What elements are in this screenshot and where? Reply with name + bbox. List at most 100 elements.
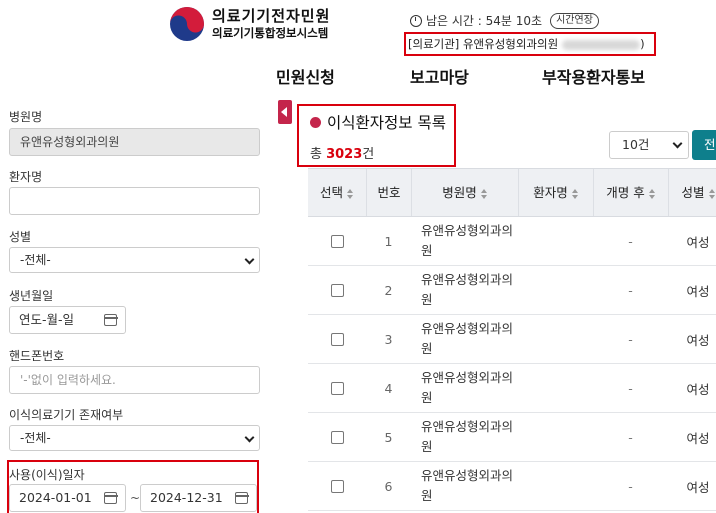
chevron-down-icon	[244, 432, 255, 443]
date-range-separator: ~	[130, 491, 141, 505]
row-patient-masked	[518, 364, 593, 412]
device-select[interactable]: -전체-	[9, 425, 260, 451]
row-checkbox[interactable]	[330, 430, 344, 444]
table-row[interactable]: 2 유앤유성형외과의원 - 여성	[308, 266, 716, 315]
institution-text: [의료기관] 유앤유성형외과의원	[408, 37, 559, 51]
redacted-mask	[525, 369, 586, 407]
logo-subtitle: 의료기기통합정보시스템	[212, 26, 329, 40]
row-gender: 여성	[686, 332, 710, 348]
date-from-field[interactable]: 2024-01-01	[9, 484, 126, 512]
row-checkbox[interactable]	[330, 283, 344, 297]
device-select-value: -전체-	[20, 431, 51, 445]
table-row[interactable]: 1 유앤유성형외과의원 - 여성	[308, 217, 716, 266]
sort-icon	[571, 188, 579, 199]
table-row[interactable]: 5 유앤유성형외과의원 - 여성	[308, 413, 716, 462]
sort-icon	[480, 188, 488, 199]
hospital-label: 병원명	[9, 110, 43, 124]
row-checkbox[interactable]	[330, 332, 344, 346]
row-checkbox[interactable]	[330, 234, 344, 248]
table-row[interactable]: 4 유앤유성형외과의원 - 여성	[308, 364, 716, 413]
redacted-mask	[525, 271, 586, 309]
row-hospital: 유앤유성형외과의원	[421, 272, 514, 307]
row-hospital: 유앤유성형외과의원	[421, 419, 514, 454]
redacted-mask	[562, 39, 641, 50]
row-hospital: 유앤유성형외과의원	[421, 223, 514, 258]
row-checkbox[interactable]	[330, 381, 344, 395]
hospital-field: 유앤유성형외과의원	[9, 128, 260, 156]
row-select-cell	[308, 315, 366, 363]
row-select-cell	[308, 364, 366, 412]
total-suffix: 건	[362, 147, 375, 162]
timer-text: 남은 시간 : 54분 10초	[426, 14, 543, 28]
nav-item-reports[interactable]: 보고마당	[410, 64, 469, 88]
row-renamed: -	[628, 478, 633, 494]
patient-field[interactable]	[9, 187, 260, 215]
row-number: 5	[384, 429, 393, 445]
row-patient-masked	[518, 315, 593, 363]
logo-title: 의료기기전자민원	[212, 7, 331, 25]
row-patient-masked	[518, 266, 593, 314]
device-label: 이식의료기기 존재여부	[9, 408, 124, 422]
total-number: 3023	[326, 147, 363, 162]
panel-collapse-button[interactable]	[278, 100, 292, 124]
bullet-icon	[310, 116, 321, 128]
calendar-icon[interactable]	[234, 492, 249, 504]
calendar-icon[interactable]	[103, 314, 118, 326]
search-button[interactable]: 전	[692, 130, 716, 160]
phone-field[interactable]: '-'없이 입력하세요.	[9, 366, 260, 394]
gender-select[interactable]: -전체-	[9, 247, 260, 273]
redacted-mask	[525, 418, 586, 456]
patient-label: 환자명	[9, 170, 43, 184]
col-gender[interactable]: 성별	[668, 169, 716, 216]
row-number: 1	[384, 233, 393, 249]
row-select-cell	[308, 462, 366, 510]
list-title-text: 이식환자정보 목록	[327, 114, 447, 132]
sort-icon	[708, 188, 716, 199]
row-patient-masked	[518, 413, 593, 461]
session-timer: 남은 시간 : 54분 10초 시간연장	[410, 12, 599, 29]
row-number: 2	[384, 282, 393, 298]
chevron-down-icon	[244, 254, 255, 265]
col-number: 번호	[366, 169, 411, 216]
row-renamed: -	[628, 331, 633, 347]
government-logo-icon	[170, 7, 204, 41]
col-hospital[interactable]: 병원명	[411, 169, 518, 216]
row-checkbox[interactable]	[330, 479, 344, 493]
col-select[interactable]: 선택	[308, 169, 366, 216]
calendar-icon[interactable]	[103, 492, 118, 504]
total-count: 총 3023건	[310, 143, 374, 162]
table-row[interactable]: 3 유앤유성형외과의원 - 여성	[308, 315, 716, 364]
row-gender: 여성	[686, 234, 710, 250]
clock-icon	[410, 14, 422, 27]
row-renamed: -	[628, 429, 633, 445]
nav-item-apply[interactable]: 민원신청	[276, 64, 335, 88]
row-hospital: 유앤유성형외과의원	[421, 468, 514, 503]
row-renamed: -	[628, 233, 633, 249]
row-hospital: 유앤유성형외과의원	[421, 321, 514, 356]
gender-label: 성별	[9, 230, 32, 244]
nav-item-adverse-patient[interactable]: 부작용환자통보	[542, 64, 645, 88]
row-gender: 여성	[686, 479, 710, 495]
table-row[interactable]: 6 유앤유성형외과의원 - 여성	[308, 462, 716, 511]
col-renamed[interactable]: 개명 후	[593, 169, 668, 216]
birth-date-field[interactable]: 연도-월-일	[9, 306, 126, 334]
extend-session-button[interactable]: 시간연장	[550, 12, 599, 29]
row-number: 4	[384, 380, 393, 396]
row-number: 3	[384, 331, 393, 347]
redacted-mask	[525, 320, 586, 358]
col-patient[interactable]: 환자명	[518, 169, 593, 216]
chevron-down-icon	[672, 138, 683, 149]
table-header: 선택 번호 병원명 환자명 개명 후 성별	[308, 168, 716, 217]
page-size-select[interactable]: 10건	[609, 131, 689, 159]
row-gender: 여성	[686, 381, 710, 397]
date-to-value: 2024-12-31	[150, 490, 223, 505]
gender-select-value: -전체-	[20, 253, 51, 267]
row-number: 6	[384, 478, 393, 494]
row-patient-masked	[518, 217, 593, 265]
redacted-mask	[525, 222, 586, 260]
row-gender: 여성	[686, 430, 710, 446]
row-select-cell	[308, 266, 366, 314]
date-to-field[interactable]: 2024-12-31	[140, 484, 257, 512]
page-size-value: 10건	[622, 137, 650, 152]
row-select-cell	[308, 217, 366, 265]
